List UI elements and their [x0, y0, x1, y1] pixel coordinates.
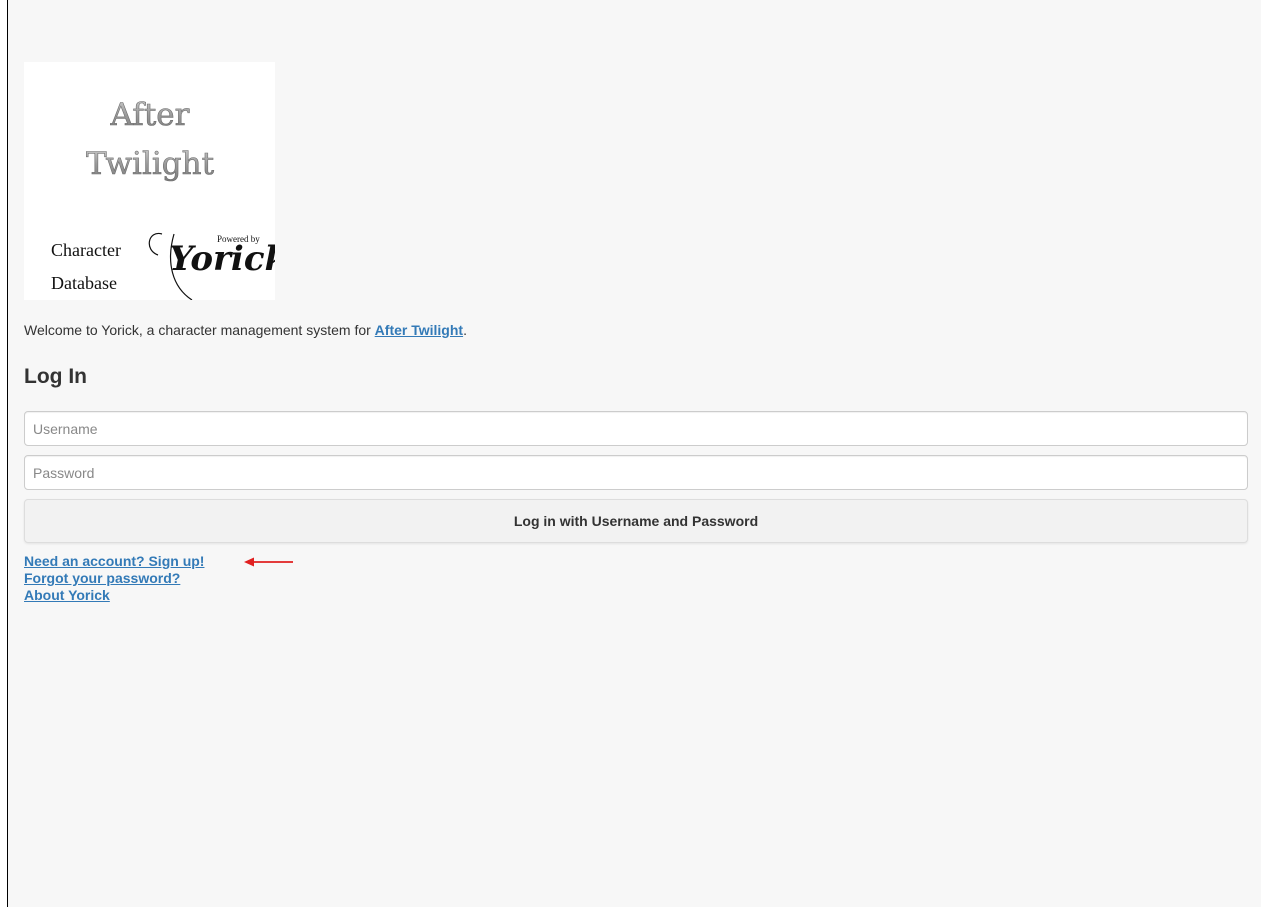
left-arrow-icon: [244, 557, 293, 567]
logo-graphic: After Twilight Character Database Powere…: [51, 97, 275, 300]
after-twilight-link[interactable]: After Twilight: [375, 322, 463, 338]
auth-links: Need an account? Sign up! Forgot your pa…: [24, 553, 204, 604]
svg-text:Character: Character: [51, 240, 121, 260]
login-button[interactable]: Log in with Username and Password: [24, 499, 1248, 543]
about-yorick-link[interactable]: About Yorick: [24, 587, 204, 604]
login-heading: Log In: [24, 365, 87, 388]
svg-text:Twilight: Twilight: [86, 146, 215, 182]
username-input[interactable]: [24, 411, 1248, 446]
welcome-text: Welcome to Yorick, a character managemen…: [24, 321, 467, 339]
password-input[interactable]: [24, 455, 1248, 490]
svg-text:Yorick: Yorick: [169, 239, 275, 279]
after-twilight-logo: After Twilight Character Database Powere…: [24, 62, 275, 300]
forgot-password-link[interactable]: Forgot your password?: [24, 570, 204, 587]
svg-text:After: After: [110, 97, 190, 133]
welcome-prefix: Welcome to Yorick, a character managemen…: [24, 322, 375, 338]
page-content: After Twilight Character Database Powere…: [8, 0, 1261, 907]
svg-text:Database: Database: [51, 273, 117, 293]
welcome-suffix: .: [463, 322, 467, 338]
signup-link[interactable]: Need an account? Sign up!: [24, 553, 204, 570]
